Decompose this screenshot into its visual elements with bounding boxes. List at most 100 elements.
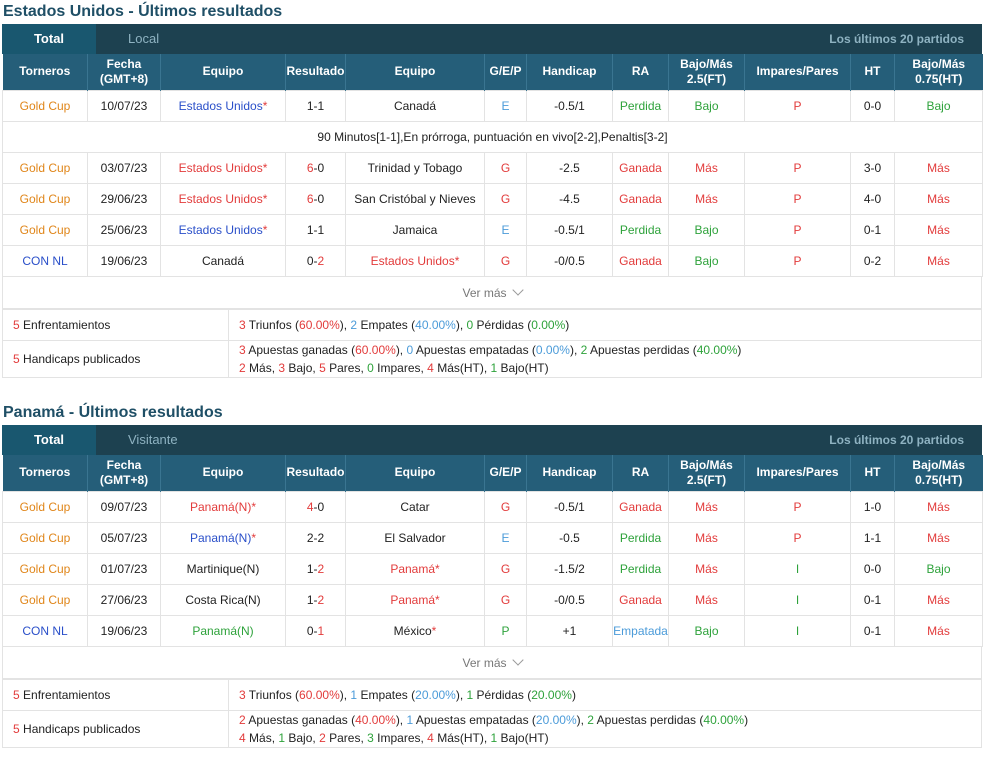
tournament-link: Gold Cup — [19, 98, 71, 113]
over-under-ht-value: Bajo — [926, 98, 951, 113]
ht-score-cell: 0-1 — [850, 213, 895, 246]
last-matches-selector[interactable]: Los últimos 20 partidos — [829, 24, 964, 54]
home-score: 2 — [306, 530, 314, 545]
result-cell: E — [484, 89, 527, 122]
column-header: RA — [612, 54, 669, 90]
tournament-cell[interactable]: Gold Cup — [2, 583, 88, 616]
odd-even-value: P — [793, 530, 802, 545]
result-cell: E — [484, 521, 527, 554]
tournament-cell[interactable]: Gold Cup — [2, 521, 88, 554]
summary-part: 3 — [239, 317, 246, 332]
result-cell: E — [484, 213, 527, 246]
away-team-cell[interactable]: Panamá* — [345, 583, 485, 616]
section-title: Panamá - Últimos resultados — [3, 404, 223, 421]
ht-score-cell: 1-0 — [850, 490, 895, 523]
home-team-cell[interactable]: Panamá(N)* — [160, 521, 286, 554]
match-note-row: 90 Minutos[1-1],En prórroga, puntuación … — [2, 120, 983, 153]
over-under-ht-cell: Más — [894, 583, 983, 616]
column-header: Bajo/Más 0.75(HT) — [894, 455, 983, 491]
ra-cell: Ganada — [612, 151, 669, 184]
header-row: Torneros Fecha (GMT+8) Equipo Resultado Equip… — [2, 54, 983, 90]
away-score: 2 — [317, 253, 325, 268]
tournament-cell[interactable]: Gold Cup — [2, 213, 88, 246]
ht-score-cell: 4-0 — [850, 182, 895, 215]
column-header: HT — [850, 54, 895, 90]
home-team-cell[interactable]: Panamá(N) — [160, 614, 286, 647]
score-cell: 0-1 — [285, 614, 346, 647]
tournament-cell[interactable]: Gold Cup — [2, 182, 88, 215]
away-team-cell[interactable]: Canadá — [345, 89, 485, 122]
summary-part: ), — [576, 712, 588, 727]
home-team-link: Estados Unidos — [178, 191, 263, 206]
score-cell: 6-0 — [285, 182, 346, 215]
away-team-cell[interactable]: Jamaica — [345, 213, 485, 246]
home-score: 1 — [306, 592, 314, 607]
last-matches-selector[interactable]: Los últimos 20 partidos — [829, 425, 964, 455]
ra-value: Empatada — [613, 623, 668, 638]
odd-even-value: P — [793, 160, 802, 175]
match-note: 90 Minutos[1-1],En prórroga, puntuación … — [2, 120, 983, 153]
summary-part: ) — [744, 712, 749, 727]
date-cell: 03/07/23 — [87, 151, 161, 184]
column-header: Resultado — [285, 54, 346, 90]
ra-cell: Ganada — [612, 244, 669, 277]
column-header: Bajo/Más 2.5(FT) — [668, 455, 745, 491]
tournament-cell[interactable]: Gold Cup — [2, 151, 88, 184]
tab-total[interactable]: Total — [2, 24, 96, 54]
result-cell: G — [484, 244, 527, 277]
home-team-cell[interactable]: Panamá(N)* — [160, 490, 286, 523]
home-team-cell[interactable]: Estados Unidos* — [160, 151, 286, 184]
home-team-cell[interactable]: Estados Unidos* — [160, 89, 286, 122]
ra-cell: Ganada — [612, 490, 669, 523]
summary-part: 4 — [239, 730, 246, 745]
away-team-cell[interactable]: Estados Unidos* — [345, 244, 485, 277]
odd-even-value: P — [793, 191, 802, 206]
result-letter: G — [500, 160, 511, 175]
tab-venue-filter[interactable]: Visitante — [128, 425, 178, 455]
home-team-cell[interactable]: Estados Unidos* — [160, 182, 286, 215]
over-under-ht-value: Bajo — [926, 561, 951, 576]
away-team-cell[interactable]: México* — [345, 614, 485, 647]
tournament-link: Gold Cup — [19, 499, 71, 514]
away-team-cell[interactable]: Panamá* — [345, 552, 485, 585]
summary-part: Bajo, — [285, 360, 320, 375]
over-under-ht-value: Más — [927, 592, 950, 607]
ver-mas-label: Ver más — [462, 285, 507, 300]
over-under-ht-value: Más — [927, 222, 950, 237]
tournament-cell[interactable]: CON NL — [2, 244, 88, 277]
away-score: 0 — [317, 160, 325, 175]
summary-part: Apuestas perdidas ( — [587, 342, 697, 357]
home-team-link: Martinique(N) — [186, 561, 260, 576]
away-team-cell[interactable]: Catar — [345, 490, 485, 523]
column-header: Handicap — [526, 54, 613, 90]
away-score: 2 — [317, 561, 325, 576]
summary-part: Apuestas perdidas ( — [593, 712, 704, 727]
home-team-cell[interactable]: Canadá — [160, 244, 286, 277]
home-team-link: Estados Unidos — [178, 160, 263, 175]
away-team-cell[interactable]: San Cristóbal y Nieves — [345, 182, 485, 215]
ver-mas-button[interactable]: Ver más — [2, 646, 982, 679]
ver-mas-label: Ver más — [462, 655, 507, 670]
tournament-cell[interactable]: Gold Cup — [2, 89, 88, 122]
tournament-cell[interactable]: Gold Cup — [2, 490, 88, 523]
result-letter: G — [500, 499, 511, 514]
tab-venue-filter[interactable]: Local — [128, 24, 159, 54]
ver-mas-button[interactable]: Ver más — [2, 276, 982, 309]
date-cell: 01/07/23 — [87, 552, 161, 585]
chevron-down-icon — [511, 653, 524, 666]
home-team-cell[interactable]: Costa Rica(N) — [160, 583, 286, 616]
tournament-cell[interactable]: Gold Cup — [2, 552, 88, 585]
ht-score-cell: 0-2 — [850, 244, 895, 277]
summary-values: 3 Triunfos (60.00%), 1 Empates (20.00%),… — [228, 678, 982, 711]
away-team-cell[interactable]: El Salvador — [345, 521, 485, 554]
over-under-ft-value: Bajo — [694, 222, 719, 237]
summary-handicaps-row: 5 Handicaps publicados 3 Apuestas ganadas… — [2, 339, 982, 378]
away-team-link: Catar — [400, 499, 430, 514]
home-team-cell[interactable]: Martinique(N) — [160, 552, 286, 585]
home-team-link: Canadá — [201, 253, 245, 268]
summary-line: 2 Apuestas ganadas (40.00%), 1 Apuestas … — [239, 711, 981, 729]
away-team-cell[interactable]: Trinidad y Tobago — [345, 151, 485, 184]
home-team-cell[interactable]: Estados Unidos* — [160, 213, 286, 246]
tournament-cell[interactable]: CON NL — [2, 614, 88, 647]
tab-total[interactable]: Total — [2, 425, 96, 455]
